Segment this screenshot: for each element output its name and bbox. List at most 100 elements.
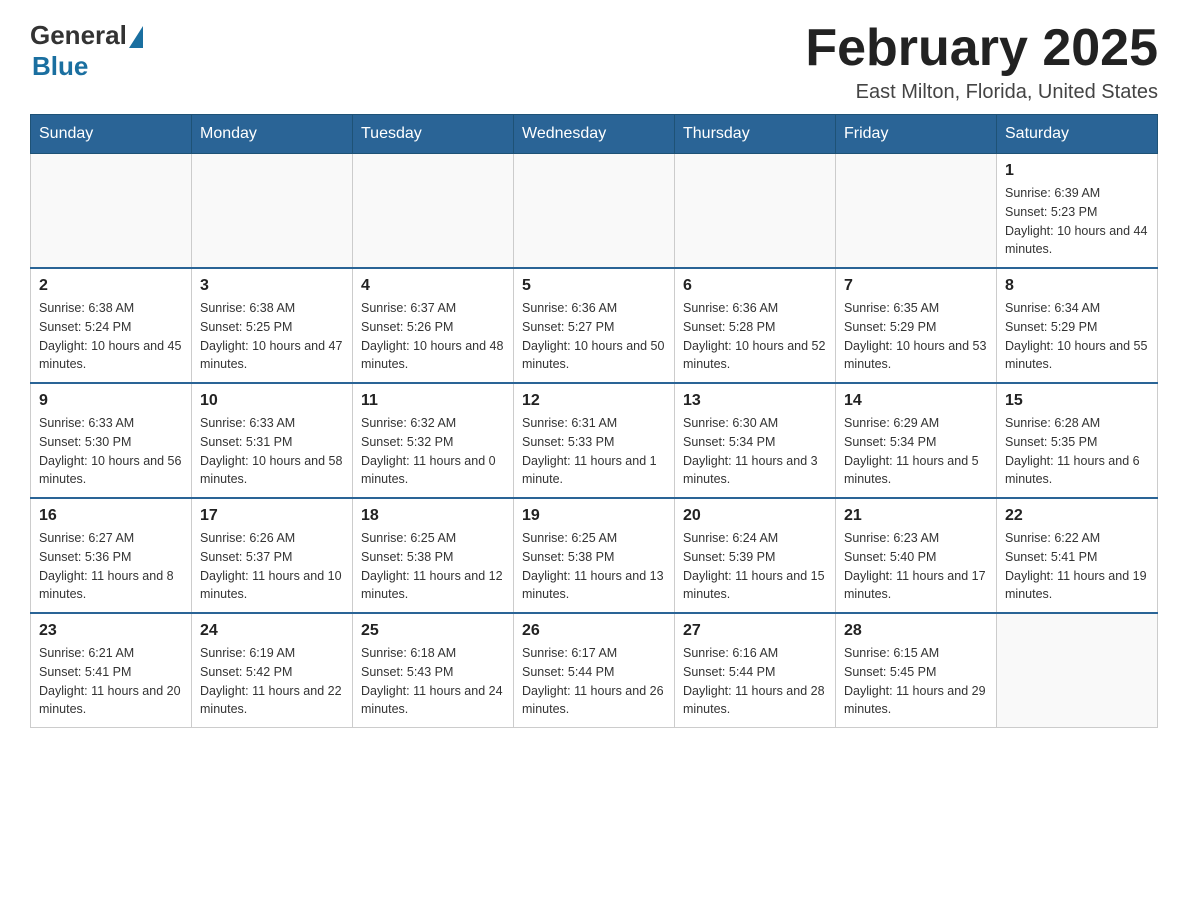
calendar-cell	[675, 154, 836, 269]
day-number: 19	[522, 507, 666, 525]
logo-general-text: General	[30, 20, 127, 51]
day-info: Sunrise: 6:33 AMSunset: 5:31 PMDaylight:…	[200, 414, 344, 489]
calendar-cell: 8 Sunrise: 6:34 AMSunset: 5:29 PMDaylight…	[997, 268, 1158, 383]
calendar-header-thursday: Thursday	[675, 115, 836, 154]
day-number: 2	[39, 277, 183, 295]
calendar-cell: 24 Sunrise: 6:19 AMSunset: 5:42 PMDayligh…	[192, 613, 353, 728]
calendar-cell	[514, 154, 675, 269]
calendar-cell	[192, 154, 353, 269]
day-number: 9	[39, 392, 183, 410]
calendar-cell: 12 Sunrise: 6:31 AMSunset: 5:33 PMDayligh…	[514, 383, 675, 498]
calendar-cell: 22 Sunrise: 6:22 AMSunset: 5:41 PMDayligh…	[997, 498, 1158, 613]
calendar-table: SundayMondayTuesdayWednesdayThursdayFrid…	[30, 114, 1158, 728]
calendar-cell	[353, 154, 514, 269]
calendar-cell: 25 Sunrise: 6:18 AMSunset: 5:43 PMDayligh…	[353, 613, 514, 728]
logo-triangle-icon	[129, 26, 143, 48]
calendar-cell: 21 Sunrise: 6:23 AMSunset: 5:40 PMDayligh…	[836, 498, 997, 613]
location-subtitle: East Milton, Florida, United States	[805, 81, 1158, 104]
day-info: Sunrise: 6:39 AMSunset: 5:23 PMDaylight:…	[1005, 184, 1149, 259]
calendar-cell: 6 Sunrise: 6:36 AMSunset: 5:28 PMDaylight…	[675, 268, 836, 383]
day-number: 11	[361, 392, 505, 410]
calendar-cell: 5 Sunrise: 6:36 AMSunset: 5:27 PMDaylight…	[514, 268, 675, 383]
day-number: 12	[522, 392, 666, 410]
day-number: 6	[683, 277, 827, 295]
calendar-header-tuesday: Tuesday	[353, 115, 514, 154]
day-number: 8	[1005, 277, 1149, 295]
calendar-cell: 13 Sunrise: 6:30 AMSunset: 5:34 PMDayligh…	[675, 383, 836, 498]
day-info: Sunrise: 6:25 AMSunset: 5:38 PMDaylight:…	[522, 529, 666, 604]
calendar-cell: 20Sunrise: 6:24 AMSunset: 5:39 PMDayligh…	[675, 498, 836, 613]
day-info: Sunrise: 6:23 AMSunset: 5:40 PMDaylight:…	[844, 529, 988, 604]
calendar-cell: 15Sunrise: 6:28 AMSunset: 5:35 PMDayligh…	[997, 383, 1158, 498]
day-number: 28	[844, 622, 988, 640]
day-number: 20	[683, 507, 827, 525]
day-number: 16	[39, 507, 183, 525]
day-info: Sunrise: 6:38 AMSunset: 5:25 PMDaylight:…	[200, 299, 344, 374]
day-info: Sunrise: 6:26 AMSunset: 5:37 PMDaylight:…	[200, 529, 344, 604]
calendar-cell: 27Sunrise: 6:16 AMSunset: 5:44 PMDayligh…	[675, 613, 836, 728]
day-info: Sunrise: 6:19 AMSunset: 5:42 PMDaylight:…	[200, 644, 344, 719]
calendar-header-row: SundayMondayTuesdayWednesdayThursdayFrid…	[31, 115, 1158, 154]
day-number: 23	[39, 622, 183, 640]
day-number: 15	[1005, 392, 1149, 410]
calendar-header-friday: Friday	[836, 115, 997, 154]
calendar-cell: 7 Sunrise: 6:35 AMSunset: 5:29 PMDaylight…	[836, 268, 997, 383]
calendar-cell: 28 Sunrise: 6:15 AMSunset: 5:45 PMDayligh…	[836, 613, 997, 728]
calendar-cell: 9 Sunrise: 6:33 AMSunset: 5:30 PMDaylight…	[31, 383, 192, 498]
day-info: Sunrise: 6:38 AMSunset: 5:24 PMDaylight:…	[39, 299, 183, 374]
calendar-cell: 19 Sunrise: 6:25 AMSunset: 5:38 PMDayligh…	[514, 498, 675, 613]
calendar-header-wednesday: Wednesday	[514, 115, 675, 154]
calendar-header-monday: Monday	[192, 115, 353, 154]
calendar-cell: 18Sunrise: 6:25 AMSunset: 5:38 PMDayligh…	[353, 498, 514, 613]
day-info: Sunrise: 6:31 AMSunset: 5:33 PMDaylight:…	[522, 414, 666, 489]
day-number: 4	[361, 277, 505, 295]
day-info: Sunrise: 6:17 AMSunset: 5:44 PMDaylight:…	[522, 644, 666, 719]
day-number: 21	[844, 507, 988, 525]
calendar-week-row: 16 Sunrise: 6:27 AMSunset: 5:36 PMDayligh…	[31, 498, 1158, 613]
day-info: Sunrise: 6:30 AMSunset: 5:34 PMDaylight:…	[683, 414, 827, 489]
calendar-header-sunday: Sunday	[31, 115, 192, 154]
calendar-week-row: 9 Sunrise: 6:33 AMSunset: 5:30 PMDaylight…	[31, 383, 1158, 498]
day-number: 7	[844, 277, 988, 295]
day-info: Sunrise: 6:29 AMSunset: 5:34 PMDaylight:…	[844, 414, 988, 489]
month-title: February 2025	[805, 20, 1158, 77]
day-number: 10	[200, 392, 344, 410]
day-number: 22	[1005, 507, 1149, 525]
day-info: Sunrise: 6:35 AMSunset: 5:29 PMDaylight:…	[844, 299, 988, 374]
day-info: Sunrise: 6:18 AMSunset: 5:43 PMDaylight:…	[361, 644, 505, 719]
day-number: 18	[361, 507, 505, 525]
day-number: 13	[683, 392, 827, 410]
day-info: Sunrise: 6:16 AMSunset: 5:44 PMDaylight:…	[683, 644, 827, 719]
calendar-cell: 16 Sunrise: 6:27 AMSunset: 5:36 PMDayligh…	[31, 498, 192, 613]
day-info: Sunrise: 6:32 AMSunset: 5:32 PMDaylight:…	[361, 414, 505, 489]
calendar-cell: 4Sunrise: 6:37 AMSunset: 5:26 PMDaylight…	[353, 268, 514, 383]
day-info: Sunrise: 6:21 AMSunset: 5:41 PMDaylight:…	[39, 644, 183, 719]
day-info: Sunrise: 6:22 AMSunset: 5:41 PMDaylight:…	[1005, 529, 1149, 604]
calendar-cell: 3Sunrise: 6:38 AMSunset: 5:25 PMDaylight…	[192, 268, 353, 383]
day-info: Sunrise: 6:36 AMSunset: 5:27 PMDaylight:…	[522, 299, 666, 374]
day-info: Sunrise: 6:15 AMSunset: 5:45 PMDaylight:…	[844, 644, 988, 719]
day-info: Sunrise: 6:33 AMSunset: 5:30 PMDaylight:…	[39, 414, 183, 489]
day-number: 14	[844, 392, 988, 410]
day-number: 17	[200, 507, 344, 525]
calendar-week-row: 1 Sunrise: 6:39 AMSunset: 5:23 PMDaylight…	[31, 154, 1158, 269]
day-info: Sunrise: 6:34 AMSunset: 5:29 PMDaylight:…	[1005, 299, 1149, 374]
day-number: 25	[361, 622, 505, 640]
day-number: 5	[522, 277, 666, 295]
logo: General Blue	[30, 20, 143, 82]
day-info: Sunrise: 6:36 AMSunset: 5:28 PMDaylight:…	[683, 299, 827, 374]
calendar-cell	[836, 154, 997, 269]
calendar-cell: 17 Sunrise: 6:26 AMSunset: 5:37 PMDayligh…	[192, 498, 353, 613]
day-number: 26	[522, 622, 666, 640]
calendar-cell: 10 Sunrise: 6:33 AMSunset: 5:31 PMDayligh…	[192, 383, 353, 498]
calendar-cell: 1 Sunrise: 6:39 AMSunset: 5:23 PMDaylight…	[997, 154, 1158, 269]
calendar-cell: 23 Sunrise: 6:21 AMSunset: 5:41 PMDayligh…	[31, 613, 192, 728]
page-header: General Blue February 2025 East Milton, …	[30, 20, 1158, 104]
calendar-header-saturday: Saturday	[997, 115, 1158, 154]
day-number: 24	[200, 622, 344, 640]
calendar-cell: 11 Sunrise: 6:32 AMSunset: 5:32 PMDayligh…	[353, 383, 514, 498]
day-info: Sunrise: 6:27 AMSunset: 5:36 PMDaylight:…	[39, 529, 183, 604]
calendar-cell: 2 Sunrise: 6:38 AMSunset: 5:24 PMDaylight…	[31, 268, 192, 383]
day-number: 1	[1005, 162, 1149, 180]
title-block: February 2025 East Milton, Florida, Unit…	[805, 20, 1158, 104]
